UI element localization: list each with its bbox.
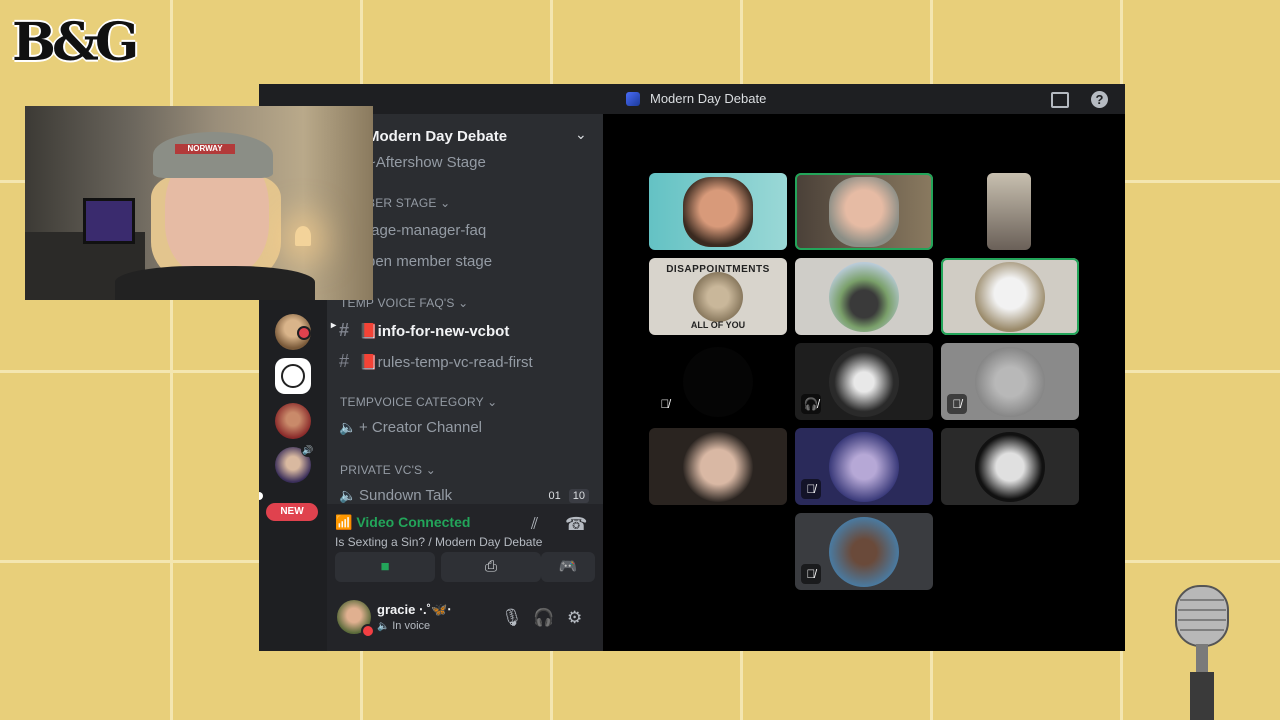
- user-count-badge: 01 10: [545, 489, 589, 503]
- voice-indicator-icon: 🔈: [377, 621, 393, 632]
- muted-mic-icon: 🎙̸: [947, 394, 967, 414]
- microphone-icon[interactable]: 🎙: [501, 608, 523, 628]
- muted-mic-icon: 🎙̸: [801, 479, 821, 499]
- server-name: Modern Day Debate: [367, 128, 508, 145]
- participant-tile[interactable]: [795, 258, 933, 335]
- channel-sundown-talk[interactable]: 🔈 Sundown Talk: [339, 487, 452, 504]
- server-icon-3[interactable]: [275, 403, 311, 439]
- speaker-icon: 🔊: [301, 443, 315, 457]
- participant-avatar: [683, 346, 753, 417]
- user-status: 🔈 In voice: [377, 620, 431, 632]
- deafened-icon: 🎧̸: [801, 394, 821, 414]
- participant-video: [683, 176, 753, 247]
- activity-button[interactable]: 🎮: [541, 552, 595, 582]
- help-icon[interactable]: ?: [1091, 91, 1108, 108]
- discord-window: Modern Day Debate ? 🔊 NEW Modern Day Deb…: [259, 84, 1125, 651]
- avatar-text-bottom: ALL OF YOU: [690, 320, 746, 330]
- camera-button[interactable]: ■: [335, 552, 435, 582]
- participant-video: [829, 176, 899, 247]
- webcam-hat: [153, 132, 273, 178]
- participant-tile-speaking[interactable]: [795, 173, 933, 250]
- webcam-hat-text: NORWAY: [175, 144, 235, 154]
- category-private-vcs[interactable]: PRIVATE VC'S ⌄: [340, 463, 436, 477]
- channel-creator-channel[interactable]: 🔈 + Creator Channel: [339, 419, 482, 436]
- participant-avatar: [693, 271, 743, 322]
- voice-connection-panel: 📶 Video Connected Is Sexting a Sin? / Mo…: [327, 504, 603, 588]
- participant-tile[interactable]: 🎙̸: [795, 513, 933, 590]
- video-grid: DISAPPOINTMENTS ALL OF YOU 🎙̸ 🎧̸ 🎙̸ 🎙̸ 🎙…: [603, 114, 1125, 651]
- voice-channel-link[interactable]: Is Sexting a Sin? / Modern Day Debate: [335, 535, 542, 549]
- inbox-icon[interactable]: [1051, 92, 1069, 108]
- title-bar: Modern Day Debate ?: [259, 84, 1125, 114]
- participant-avatar: [683, 431, 753, 502]
- chevron-down-icon[interactable]: ⌄: [575, 126, 587, 143]
- participant-avatar: [829, 431, 899, 502]
- speaker-icon: 🔈: [339, 487, 357, 503]
- participant-avatar: [975, 261, 1045, 332]
- channel-aftershow-stage[interactable]: ~Aftershow Stage: [367, 154, 486, 171]
- camera-icon: ■: [380, 558, 390, 575]
- noise-suppression-icon[interactable]: ⫽: [531, 516, 538, 534]
- participant-tile[interactable]: 🎙̸: [649, 343, 787, 420]
- dnd-status-icon: [361, 624, 375, 638]
- notification-dot: [297, 326, 311, 340]
- voice-status[interactable]: 📶 Video Connected: [335, 514, 470, 531]
- participant-avatar: [829, 346, 899, 417]
- participant-avatar: [975, 346, 1045, 417]
- category-member-stage[interactable]: BER STAGE ⌄: [367, 196, 450, 210]
- participant-tile[interactable]: 🎙̸: [795, 428, 933, 505]
- headphones-icon[interactable]: 🎧: [533, 608, 554, 628]
- server-icon-4[interactable]: 🔊: [275, 443, 315, 483]
- channel-open-member-stage[interactable]: pen member stage: [367, 253, 492, 270]
- disconnect-icon[interactable]: ☎: [565, 514, 587, 535]
- muted-mic-icon: 🎙̸: [655, 394, 675, 414]
- gear-icon[interactable]: ⚙: [567, 608, 582, 628]
- category-tempvoice[interactable]: TEMPVOICE CATEGORY ⌄: [340, 395, 497, 409]
- channel-stage-manager-faq[interactable]: tage-manager-faq: [367, 222, 486, 239]
- server-icon-2[interactable]: [275, 358, 311, 394]
- user-panel: gracie ⋅.˚🦋⋅ 🔈 In voice 🎙 🎧 ⚙: [327, 588, 603, 651]
- signal-icon: 📶: [335, 514, 357, 530]
- channel-info-for-new-vcbot[interactable]: ▸ # 📕info-for-new-vcbot: [331, 320, 509, 341]
- muted-mic-icon: 🎙̸: [801, 564, 821, 584]
- participant-avatar: [829, 261, 899, 332]
- new-badge[interactable]: NEW: [266, 503, 318, 521]
- webcam-shirt: [115, 266, 315, 300]
- participant-tile[interactable]: [987, 173, 1031, 250]
- username[interactable]: gracie ⋅.˚🦋⋅: [377, 602, 451, 618]
- stream-logo: B&G: [12, 12, 139, 73]
- server-icon: [626, 92, 640, 106]
- webcam-lamp: [295, 226, 311, 246]
- webcam-monitor: [83, 198, 135, 244]
- participant-tile[interactable]: [649, 428, 787, 505]
- participant-tile-speaking[interactable]: [941, 258, 1079, 335]
- participant-tile[interactable]: [649, 173, 787, 250]
- microphone-graphic: [1175, 585, 1229, 720]
- screen-share-icon: ⎙: [484, 558, 497, 575]
- participant-avatar: [829, 516, 899, 587]
- unread-indicator: [259, 492, 263, 500]
- participant-avatar: [975, 431, 1045, 502]
- channel-rules-temp-vc[interactable]: # 📕rules-temp-vc-read-first: [339, 351, 533, 372]
- speaker-icon: 🔈: [339, 419, 357, 435]
- hash-icon: #: [339, 351, 350, 371]
- selected-caret-icon: ▸: [331, 320, 337, 331]
- hash-icon: #: [339, 320, 350, 340]
- gamepad-icon: 🎮: [558, 558, 578, 575]
- participant-tile[interactable]: 🎧̸: [795, 343, 933, 420]
- participant-tile[interactable]: [941, 428, 1079, 505]
- window-title: Modern Day Debate: [650, 91, 767, 106]
- participant-tile[interactable]: 🎙̸: [941, 343, 1079, 420]
- webcam-overlay: NORWAY: [25, 106, 373, 300]
- screen-share-button[interactable]: ⎙: [441, 552, 541, 582]
- participant-tile[interactable]: DISAPPOINTMENTS ALL OF YOU: [649, 258, 787, 335]
